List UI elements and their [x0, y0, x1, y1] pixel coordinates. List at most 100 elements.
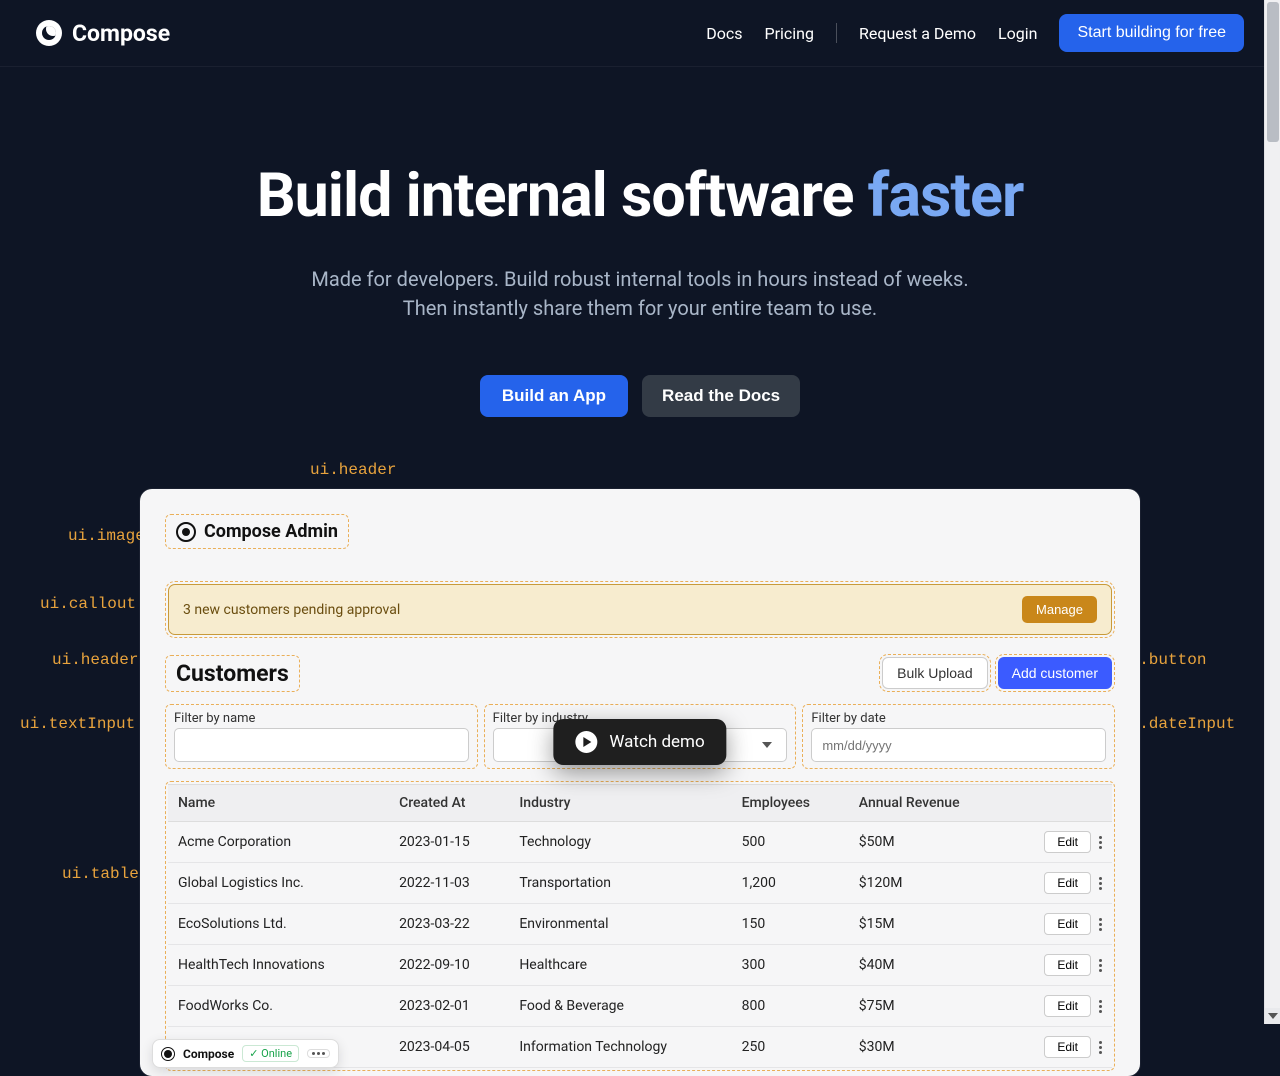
cell-employees: 500 [732, 822, 849, 863]
scrollbar-thumb[interactable] [1267, 2, 1279, 142]
cell-created: 2023-02-01 [389, 986, 509, 1027]
filter-name-label: Filter by name [174, 711, 469, 726]
callout: 3 new customers pending approval Manage [168, 584, 1112, 635]
section-actions: Bulk Upload Add customer [882, 657, 1112, 689]
edit-button[interactable]: Edit [1044, 1036, 1091, 1058]
customers-table: Name Created At Industry Employees Annua… [168, 784, 1112, 1068]
read-docs-button[interactable]: Read the Docs [642, 375, 800, 417]
card-logo-icon [176, 522, 196, 542]
row-menu-icon[interactable] [1099, 1041, 1102, 1054]
hero-title-main: Build internal software [257, 159, 868, 231]
col-revenue: Annual Revenue [849, 785, 1009, 822]
cell-industry: Environmental [509, 904, 731, 945]
nav-divider [836, 23, 837, 43]
status-online-badge: ✓ Online [242, 1045, 299, 1062]
cell-employees: 250 [732, 1027, 849, 1068]
filter-date-label: Filter by date [811, 711, 1106, 726]
row-menu-icon[interactable] [1099, 836, 1102, 849]
annotation-table: ui.table [62, 865, 139, 883]
section-row: Customers Bulk Upload Add customer [168, 657, 1112, 689]
annotation-image: ui.image [68, 527, 145, 545]
cell-industry: Transportation [509, 863, 731, 904]
play-icon [575, 731, 597, 753]
nav-link-pricing[interactable]: Pricing [765, 24, 815, 43]
row-menu-icon[interactable] [1099, 959, 1102, 972]
page-scrollbar[interactable] [1264, 0, 1280, 1024]
cell-employees: 300 [732, 945, 849, 986]
col-name: Name [168, 785, 389, 822]
nav-link-login[interactable]: Login [998, 24, 1037, 43]
edit-button[interactable]: Edit [1044, 872, 1091, 894]
cell-created: 2023-03-22 [389, 904, 509, 945]
cell-name: Acme Corporation [168, 822, 389, 863]
demo-wrap: ui.header ui.image ui.callout ui.header … [140, 489, 1140, 1076]
brand[interactable]: Compose [36, 20, 170, 47]
brand-name: Compose [72, 20, 170, 47]
cell-employees: 800 [732, 986, 849, 1027]
table-row[interactable]: EcoSolutions Ltd.2023-03-22Environmental… [168, 904, 1112, 945]
row-menu-icon[interactable] [1099, 877, 1102, 890]
start-building-button[interactable]: Start building for free [1059, 14, 1244, 52]
row-menu-icon[interactable] [1099, 1000, 1102, 1013]
nav-right: Docs Pricing Request a Demo Login Start … [706, 14, 1244, 52]
edit-button[interactable]: Edit [1044, 913, 1091, 935]
cell-revenue: $50M [849, 822, 1009, 863]
annotation-callout: ui.callout [40, 595, 136, 613]
cell-name: Global Logistics Inc. [168, 863, 389, 904]
scrollbar-down-arrow-icon[interactable] [1265, 1008, 1280, 1024]
cell-name: FoodWorks Co. [168, 986, 389, 1027]
table-header-row: Name Created At Industry Employees Annua… [168, 785, 1112, 822]
chevron-down-icon [762, 742, 772, 748]
cell-employees: 1,200 [732, 863, 849, 904]
demo-card: Compose Admin 3 new customers pending ap… [140, 489, 1140, 1076]
edit-button[interactable]: Edit [1044, 954, 1091, 976]
edit-button[interactable]: Edit [1044, 995, 1091, 1017]
cell-revenue: $30M [849, 1027, 1009, 1068]
add-customer-button[interactable]: Add customer [998, 657, 1112, 689]
cell-created: 2022-09-10 [389, 945, 509, 986]
cell-revenue: $40M [849, 945, 1009, 986]
cell-industry: Healthcare [509, 945, 731, 986]
hero-actions: Build an App Read the Docs [20, 375, 1260, 417]
table-row[interactable]: Global Logistics Inc.2022-11-03Transport… [168, 863, 1112, 904]
status-brand: Compose [183, 1047, 234, 1061]
status-pill[interactable]: Compose ✓ Online [152, 1039, 339, 1068]
table-row[interactable]: Acme Corporation2023-01-15Technology500$… [168, 822, 1112, 863]
hero-title-accent: faster [868, 159, 1024, 231]
cell-revenue: $15M [849, 904, 1009, 945]
cell-name: HealthTech Innovations [168, 945, 389, 986]
cell-industry: Food & Beverage [509, 986, 731, 1027]
annotation-textinput: ui.textInput [20, 715, 135, 733]
callout-text: 3 new customers pending approval [183, 602, 400, 618]
card-header: Compose Admin [168, 517, 346, 546]
cell-employees: 150 [732, 904, 849, 945]
card-title: Compose Admin [204, 521, 338, 542]
cell-industry: Information Technology [509, 1027, 731, 1068]
cell-revenue: $120M [849, 863, 1009, 904]
customers-heading: Customers [168, 658, 297, 689]
status-menu-icon[interactable] [307, 1049, 330, 1058]
col-employees: Employees [732, 785, 849, 822]
filter-date-input[interactable] [811, 728, 1106, 762]
bulk-upload-button[interactable]: Bulk Upload [882, 657, 988, 689]
nav-link-docs[interactable]: Docs [706, 24, 742, 43]
table-row[interactable]: HealthTech Innovations2022-09-10Healthca… [168, 945, 1112, 986]
filter-name: Filter by name [168, 707, 475, 766]
cell-revenue: $75M [849, 986, 1009, 1027]
nav-link-demo[interactable]: Request a Demo [859, 24, 976, 43]
hero-title: Build internal software faster [20, 159, 1260, 231]
edit-button[interactable]: Edit [1044, 831, 1091, 853]
cell-name: EcoSolutions Ltd. [168, 904, 389, 945]
table-row[interactable]: FoodWorks Co.2023-02-01Food & Beverage80… [168, 986, 1112, 1027]
col-created: Created At [389, 785, 509, 822]
manage-button[interactable]: Manage [1022, 596, 1097, 623]
cell-created: 2023-01-15 [389, 822, 509, 863]
compose-logo-icon [36, 20, 62, 46]
watch-demo-label: Watch demo [609, 732, 704, 752]
cell-created: 2023-04-05 [389, 1027, 509, 1068]
filter-name-input[interactable] [174, 728, 469, 762]
build-app-button[interactable]: Build an App [480, 375, 628, 417]
watch-demo-button[interactable]: Watch demo [553, 719, 726, 765]
row-menu-icon[interactable] [1099, 918, 1102, 931]
hero-subtitle: Made for developers. Build robust intern… [290, 265, 990, 323]
